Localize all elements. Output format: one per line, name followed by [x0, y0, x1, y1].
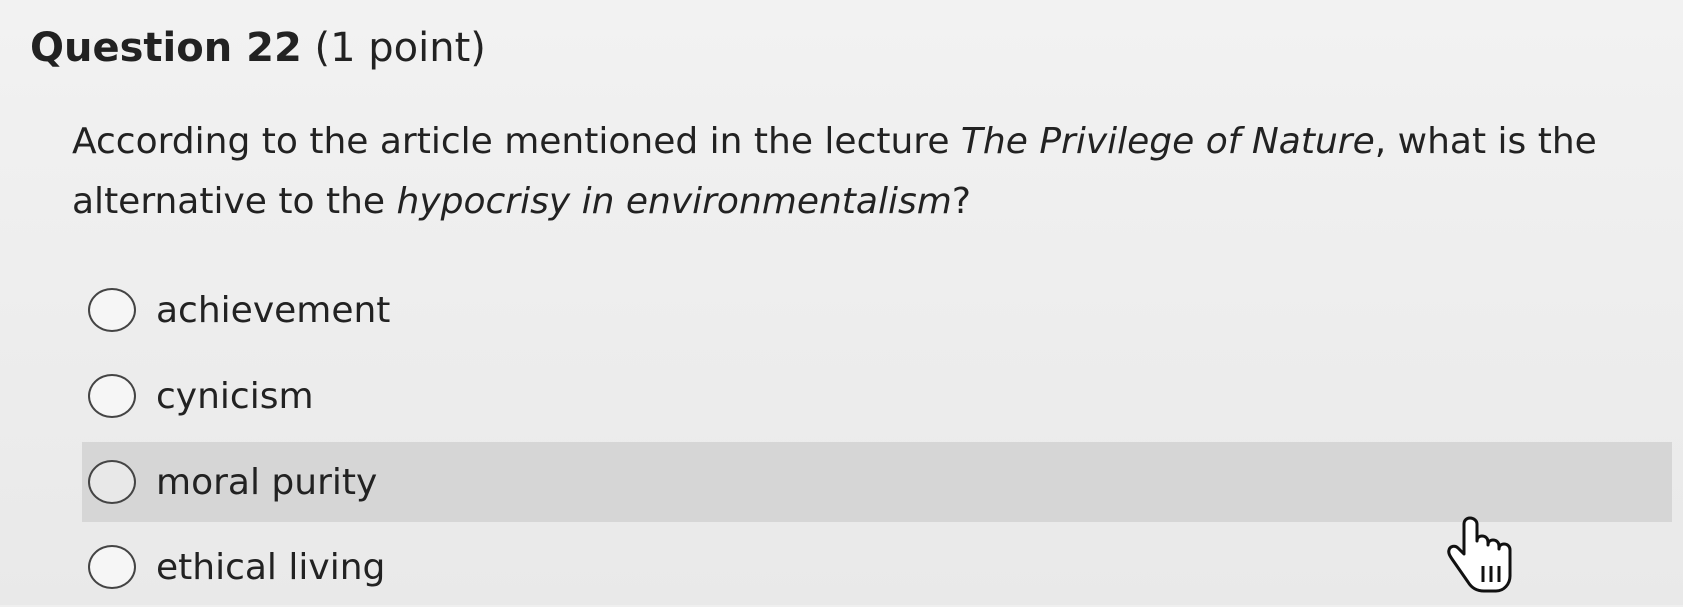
radio-button[interactable] [88, 374, 136, 418]
radio-button[interactable] [88, 545, 136, 589]
option-cynicism[interactable]: cynicism [82, 356, 1672, 436]
option-label: cynicism [156, 375, 314, 417]
option-label: ethical living [156, 546, 386, 588]
option-ethical-living[interactable]: ethical living [82, 527, 1672, 607]
option-achievement[interactable]: achievement [82, 270, 1672, 350]
radio-button[interactable] [88, 288, 136, 332]
option-label: moral purity [156, 461, 378, 503]
question-card: Question 22 (1 point) According to the a… [0, 0, 1683, 605]
radio-button[interactable] [88, 460, 136, 504]
answer-options: achievement cynicism moral purity ethica… [0, 0, 1683, 605]
option-moral-purity[interactable]: moral purity [82, 442, 1672, 522]
hand-pointer-icon [1447, 516, 1512, 593]
option-label: achievement [156, 289, 391, 331]
